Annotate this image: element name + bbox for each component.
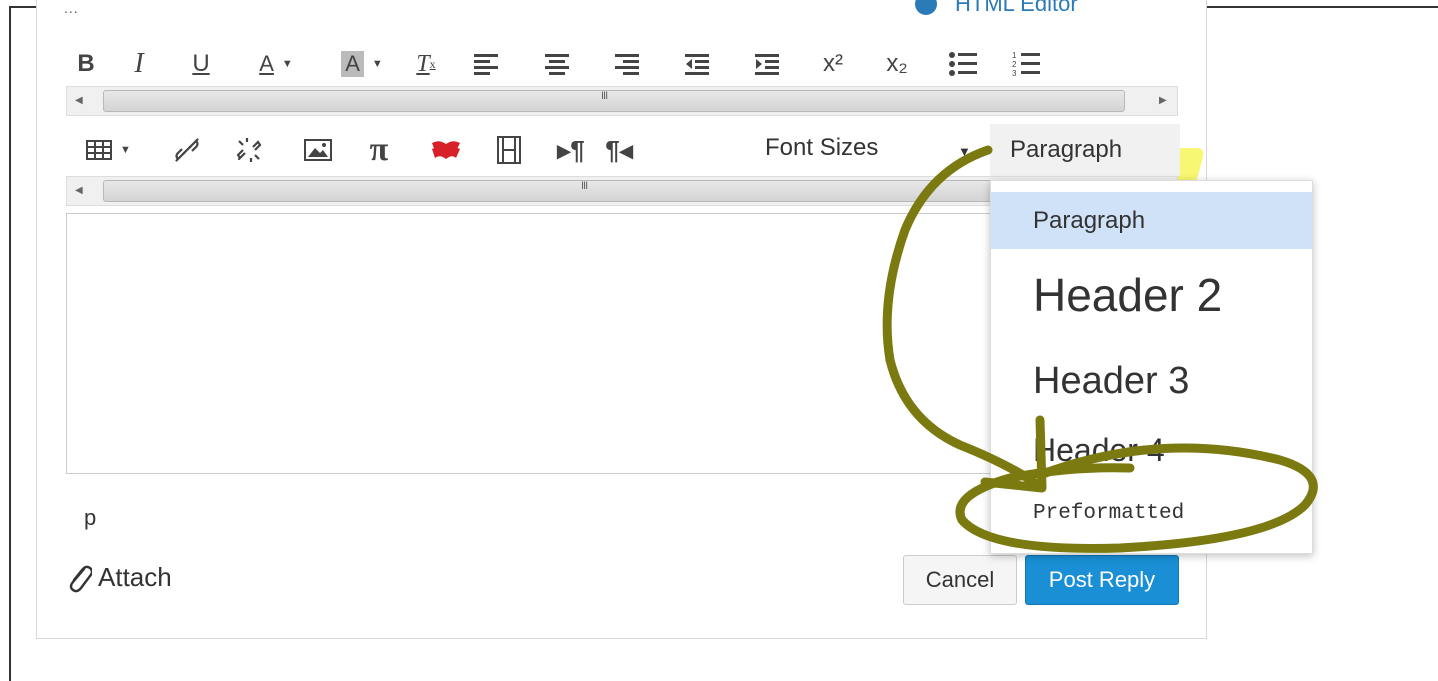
pi-icon: π — [369, 131, 389, 168]
outdent-button[interactable] — [662, 44, 732, 84]
format-option-header-3[interactable]: Header 3 — [991, 353, 1312, 409]
books-icon — [432, 141, 460, 159]
paragraph-format-select[interactable]: Paragraph — [990, 124, 1180, 176]
screenshot-frame: ... HTML Editor B I U A ▼ A ▼ Tx x² x₂ 1… — [0, 0, 1438, 681]
svg-text:2: 2 — [1012, 60, 1017, 69]
paragraph-format-label: Paragraph — [1010, 136, 1123, 163]
caret-down-icon: ▼ — [120, 144, 131, 156]
numbered-list-button[interactable]: 123 — [996, 44, 1056, 84]
indent-button[interactable] — [732, 44, 802, 84]
clear-formatting-button[interactable]: Tx — [402, 44, 450, 84]
align-left-button[interactable] — [450, 44, 522, 84]
film-icon — [497, 136, 521, 164]
table-button[interactable]: ▼ — [66, 130, 166, 170]
bold-icon: B — [77, 50, 95, 77]
caret-down-icon: ▼ — [281, 58, 293, 70]
font-sizes-select[interactable]: Font Sizes — [765, 134, 878, 162]
equation-button[interactable]: π — [346, 130, 412, 170]
scrollbar-grip: III — [601, 90, 608, 102]
video-button[interactable] — [480, 130, 538, 170]
format-option-paragraph[interactable]: Paragraph — [991, 192, 1312, 249]
bullet-list-icon — [949, 52, 977, 76]
link-icon — [175, 138, 199, 162]
scrollbar-grip: III — [581, 180, 588, 192]
html-editor-link[interactable]: HTML Editor — [915, 0, 1078, 17]
rtl-icon: ¶◂ — [605, 134, 633, 165]
align-left-icon — [474, 54, 498, 75]
formatting-toolbar: B I U A ▼ A ▼ Tx x² x₂ 123 — [66, 38, 1178, 90]
cancel-button[interactable]: Cancel — [903, 555, 1017, 605]
text-color-icon: A — [259, 51, 274, 76]
scroll-right-icon[interactable]: ▶ — [1159, 95, 1167, 106]
link-button[interactable] — [166, 130, 208, 170]
italic-icon: I — [134, 48, 144, 79]
more-dots[interactable]: ... — [64, 0, 79, 16]
toolbar1-scrollbar[interactable]: ◀ III ▶ — [66, 86, 1178, 116]
attach-button[interactable]: Attach — [66, 562, 172, 593]
caret-down-icon: ▼ — [371, 58, 383, 70]
ltr-icon: ▸¶ — [557, 134, 585, 165]
indent-icon — [755, 54, 779, 75]
clear-formatting-icon: T — [416, 50, 430, 77]
table-icon — [86, 140, 112, 160]
background-color-icon: A — [341, 51, 364, 77]
scrollbar-thumb[interactable] — [103, 90, 1125, 112]
subscript-button[interactable]: x₂ — [864, 44, 930, 84]
bold-button[interactable]: B — [66, 44, 106, 84]
html-editor-label: HTML Editor — [955, 0, 1078, 16]
element-path[interactable]: p — [84, 505, 96, 531]
scroll-left-icon[interactable]: ◀ — [75, 185, 83, 196]
rtl-button[interactable]: ¶◂ — [604, 130, 634, 170]
ltr-button[interactable]: ▸¶ — [538, 130, 604, 170]
html-editor-icon — [915, 0, 937, 15]
svg-text:1: 1 — [1012, 51, 1017, 60]
align-right-icon — [615, 54, 639, 75]
paragraph-format-dropdown: Paragraph Header 2 Header 3 Header 4 Pre… — [990, 180, 1313, 554]
image-button[interactable] — [290, 130, 346, 170]
paperclip-icon — [69, 565, 92, 592]
background-color-button[interactable]: A ▼ — [322, 44, 402, 84]
text-color-button[interactable]: A ▼ — [230, 44, 322, 84]
superscript-button[interactable]: x² — [802, 44, 864, 84]
font-sizes-caret-icon[interactable]: ▼ — [958, 144, 971, 159]
underline-button[interactable]: U — [172, 44, 230, 84]
align-center-button[interactable] — [522, 44, 592, 84]
scrollbar-thumb[interactable] — [103, 180, 1003, 202]
format-option-header-2[interactable]: Header 2 — [991, 263, 1312, 327]
unlink-button[interactable] — [208, 130, 290, 170]
italic-button[interactable]: I — [106, 44, 172, 84]
outdent-icon — [685, 54, 709, 75]
format-option-header-4[interactable]: Header 4 — [991, 425, 1312, 475]
post-reply-button[interactable]: Post Reply — [1025, 555, 1179, 605]
underline-icon: U — [192, 50, 210, 77]
attach-label: Attach — [98, 562, 172, 592]
media-library-button[interactable] — [412, 130, 480, 170]
superscript-icon: x² — [823, 50, 843, 77]
align-center-icon — [545, 54, 569, 75]
numbered-list-icon: 123 — [1012, 51, 1040, 78]
align-right-button[interactable] — [592, 44, 662, 84]
format-option-preformatted[interactable]: Preformatted — [991, 491, 1312, 535]
svg-text:3: 3 — [1012, 69, 1017, 78]
scroll-left-icon[interactable]: ◀ — [75, 95, 83, 106]
bullet-list-button[interactable] — [930, 44, 996, 84]
frame-border-left — [9, 8, 11, 681]
subscript-icon: x₂ — [886, 50, 908, 77]
image-icon — [304, 139, 332, 161]
unlink-icon — [236, 138, 262, 162]
